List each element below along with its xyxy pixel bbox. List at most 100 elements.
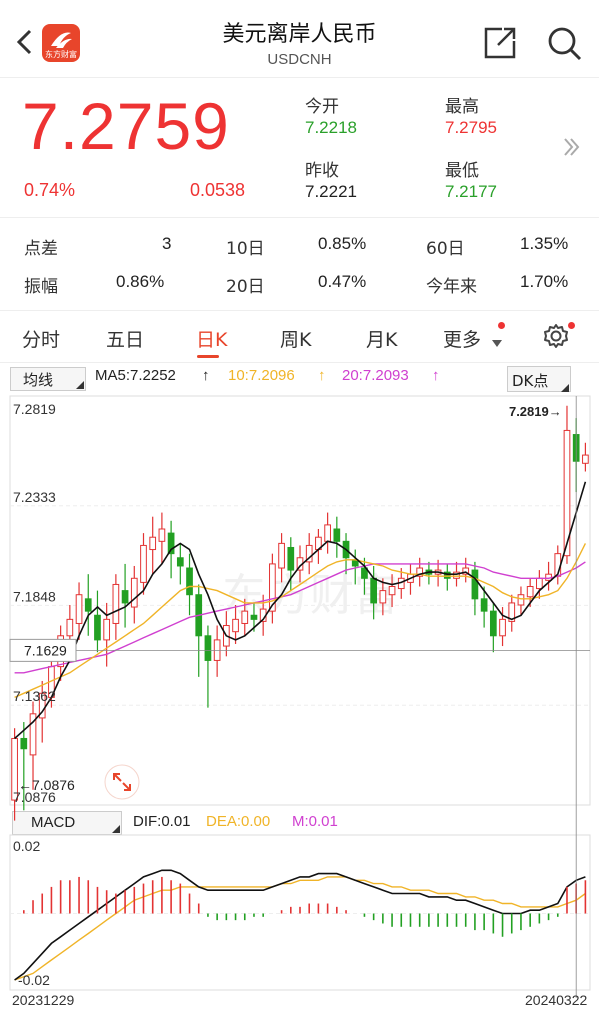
date-end-label: 20240322 (525, 992, 588, 1008)
ma10-arrow: ↑ (318, 367, 326, 384)
divider (0, 217, 599, 218)
expand-icon-bg (104, 764, 140, 800)
share-icon[interactable] (482, 25, 518, 61)
candle-down (480, 598, 488, 612)
ma20-line (14, 561, 586, 674)
candle-up (278, 542, 285, 569)
candle-up (397, 577, 405, 590)
chevron-right-icon[interactable] (563, 137, 581, 157)
candle-down (342, 540, 350, 559)
candle-down (351, 559, 359, 567)
candle-down (333, 528, 341, 542)
crosshair-price-text: 7.1629 (24, 642, 67, 658)
tab-weekly-k[interactable]: 周K (280, 325, 311, 352)
candle-up (563, 429, 571, 557)
candle-up (554, 553, 562, 577)
notification-dot (498, 322, 505, 329)
ma10-readout: 10:7.2096 (228, 367, 295, 384)
tab-intraday[interactable]: 分时 (22, 325, 60, 352)
prev-close-value: 7.2221 (305, 182, 357, 201)
candle-up (130, 577, 138, 608)
candle-down (195, 594, 203, 637)
candle-up (241, 610, 249, 624)
candle-up (112, 583, 120, 624)
macd-axis-label: 0.02 (13, 838, 40, 854)
crosshair-price-tag (9, 638, 77, 662)
open-value: 7.2218 (305, 118, 357, 137)
tab-five-day[interactable]: 五日 (106, 325, 144, 352)
change-percent: 0.74% (24, 180, 76, 200)
price-panel-border (9, 395, 591, 806)
candle-up (75, 594, 83, 624)
d20-label: 20日 (226, 277, 265, 297)
divider (0, 310, 599, 311)
macd-panel-border (9, 834, 591, 991)
expand-icon-corner (124, 784, 131, 791)
ma10-line (14, 543, 587, 699)
candle-up (499, 618, 506, 637)
candle-up (453, 571, 460, 579)
spread-value: 3 (162, 234, 172, 253)
candle-down (425, 569, 433, 575)
tab-more[interactable]: 更多 (443, 325, 481, 352)
candle-up (269, 563, 276, 612)
expand-icon-arrow (122, 782, 131, 791)
candle-up (536, 577, 543, 590)
candle-up (29, 713, 37, 756)
candle-up (416, 567, 424, 577)
candle-down (250, 614, 258, 620)
tab-daily-k[interactable]: 日K (196, 325, 227, 352)
candle-up (315, 536, 322, 551)
candle-down (176, 557, 184, 567)
candle-up (407, 573, 414, 583)
d20-value: 0.47% (318, 272, 367, 291)
candle-down (471, 569, 479, 600)
spread-label: 点差 (24, 239, 58, 259)
candle-up (379, 590, 387, 604)
candle-up (48, 666, 55, 698)
price-axis-label: 7.0876 (13, 789, 56, 805)
candle-up (582, 454, 589, 464)
macd-m-readout: M:0.01 (292, 813, 338, 830)
candle-up (103, 618, 111, 641)
candle-up (57, 635, 64, 668)
amplitude-label: 振幅 (24, 277, 58, 297)
price-axis-label: 7.1362 (13, 688, 56, 704)
dif-line (14, 869, 586, 981)
low-label: 最低 (445, 161, 479, 181)
ytd-label: 今年来 (426, 277, 477, 297)
candle-up (232, 618, 239, 633)
change-value: 0.0538 (190, 180, 246, 200)
candle-down (20, 737, 28, 750)
candle-down (167, 532, 175, 555)
tab-monthly-k[interactable]: 月K (366, 325, 397, 352)
candle-up (213, 639, 221, 661)
candle-up (462, 567, 470, 575)
candle-down (370, 577, 378, 604)
high-value: 7.2795 (445, 118, 497, 137)
d10-value: 0.85% (318, 234, 367, 253)
search-icon[interactable] (545, 24, 583, 62)
last-price: 7.2759 (22, 89, 230, 163)
candle-down (94, 614, 101, 641)
expand-chart-icon (104, 764, 140, 800)
ma-indicator-select[interactable]: 均线 (10, 367, 86, 391)
max-price-marker: 7.2819→ (509, 404, 562, 419)
ma5-readout: MA5:7.2252 (95, 367, 176, 384)
candle-up (140, 544, 147, 583)
watermark: 东方财富 (222, 570, 398, 621)
ma20-readout: 20:7.2093 (342, 367, 409, 384)
candle-up (526, 586, 534, 598)
candle-down (287, 546, 295, 571)
dea-line (14, 876, 586, 981)
high-label: 最高 (445, 97, 479, 117)
macd-indicator-select[interactable]: MACD (12, 811, 122, 835)
candle-down (489, 610, 497, 637)
open-label: 今开 (305, 97, 339, 117)
candle-down (443, 571, 451, 579)
settings-gear-icon[interactable] (543, 323, 569, 349)
prev-close-label: 昨收 (305, 161, 339, 181)
candle-up (296, 557, 304, 571)
ytd-value: 1.70% (520, 272, 569, 291)
low-value: 7.2177 (445, 182, 497, 201)
